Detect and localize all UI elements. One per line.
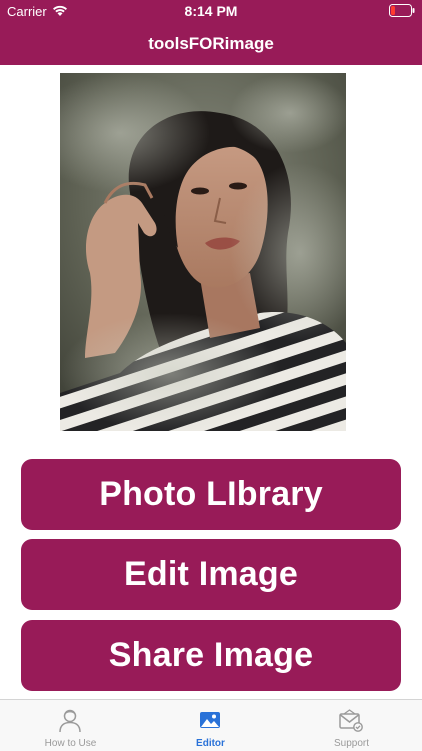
tab-editor[interactable]: Editor [140, 700, 281, 751]
edit-image-button[interactable]: Edit Image [21, 539, 401, 610]
photo-library-button[interactable]: Photo LIbrary [21, 459, 401, 530]
tab-support[interactable]: Support [281, 700, 422, 751]
status-bar: Carrier 8:14 PM [0, 0, 422, 22]
navigation-bar: Carrier 8:14 PM toolsFORimage [0, 0, 422, 65]
tab-label: Support [333, 738, 370, 749]
tab-label: Editor [196, 738, 225, 749]
share-image-button[interactable]: Share Image [21, 620, 401, 691]
status-time: 8:14 PM [184, 3, 238, 19]
battery-icon [389, 4, 415, 17]
mail-icon [338, 707, 364, 733]
tab-label: How to Use [44, 738, 97, 749]
image-icon [197, 707, 223, 733]
page-title: toolsFORimage [148, 34, 274, 53]
image-preview [60, 73, 346, 431]
tab-how-to-use[interactable]: How to Use [0, 700, 141, 751]
tab-bar: How to Use Editor Support [0, 699, 422, 751]
person-icon [57, 707, 83, 733]
